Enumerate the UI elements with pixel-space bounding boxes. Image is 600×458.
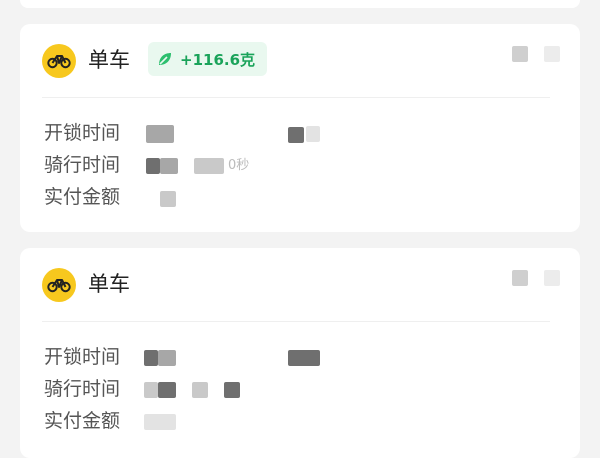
redacted-value [192,382,208,398]
payment-label: 实付金额 [44,410,121,432]
payment-label: 实付金额 [44,186,121,208]
leaf-icon [159,53,171,65]
ride-type-title: 单车 [88,48,130,72]
bike-icon [42,44,76,78]
bike-icon [42,268,76,302]
redacted-value [146,125,174,143]
unlock-time-label: 开锁时间 [44,346,121,368]
unlock-time-row: 开锁时间 [44,120,120,146]
redacted-value [160,191,176,207]
divider [42,321,550,322]
redacted-value [194,158,224,174]
redacted-value [144,350,158,366]
ride-duration-row: 骑行时间 [44,376,120,402]
redacted-value [224,382,240,398]
previous-card-edge [20,0,580,8]
ride-card[interactable]: 单车 开锁时间 骑行时间 实付金额 [20,248,580,458]
redacted-value [160,158,178,174]
ride-card[interactable]: 单车 +116.6克 开锁时间 骑行时间 0秒 实付金额 [20,24,580,232]
redacted-value [288,350,320,366]
unlock-time-row: 开锁时间 [44,344,120,370]
redacted-value [158,382,176,398]
redacted-value [306,126,320,142]
payment-row: 实付金额 [44,184,120,210]
ride-duration-suffix: 0秒 [228,158,250,173]
redacted-value [146,158,160,174]
redacted-value [144,382,158,398]
carbon-saving-badge: +116.6克 [148,42,268,76]
ride-duration-label: 骑行时间 [44,154,121,176]
payment-row: 实付金额 [44,408,120,434]
ride-type-title: 单车 [88,272,130,296]
redacted-value [288,127,304,143]
unlock-time-label: 开锁时间 [44,122,121,144]
ride-duration-row: 骑行时间 [44,152,120,178]
carbon-saving-value: +116.6克 [180,50,256,69]
close-icon[interactable] [544,46,560,62]
redacted-value [144,414,176,430]
menu-icon[interactable] [512,270,528,286]
close-icon[interactable] [544,270,560,286]
menu-icon[interactable] [512,46,528,62]
divider [42,97,550,98]
redacted-value [158,350,176,366]
ride-duration-label: 骑行时间 [44,378,121,400]
